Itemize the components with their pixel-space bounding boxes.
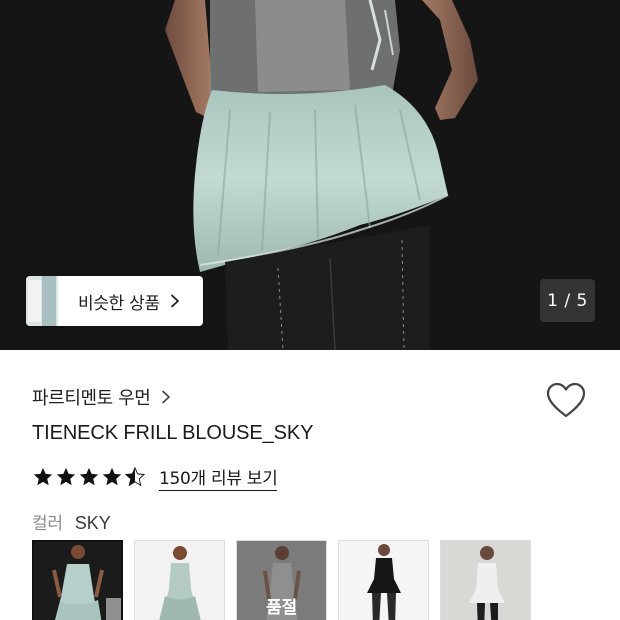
sold-out-label: 품절 xyxy=(266,598,297,618)
rating-row: 150개 리뷰 보기 xyxy=(32,464,278,491)
similar-products-label: 비슷한 상품 xyxy=(78,293,160,314)
color-value: SKY xyxy=(74,513,111,533)
color-swatch[interactable] xyxy=(32,540,123,620)
color-swatch-list: 품절 xyxy=(32,540,531,620)
product-title: TIENECK FRILL BLOUSE_SKY xyxy=(32,422,314,444)
similar-products-thumbnail xyxy=(26,276,58,326)
similar-products-button[interactable]: 비슷한 상품 xyxy=(26,276,203,326)
color-swatch[interactable] xyxy=(338,540,429,620)
brand-name: 파르티멘토 우먼 xyxy=(32,388,151,409)
color-label: 컬러 xyxy=(32,514,63,534)
chevron-right-icon xyxy=(170,294,179,308)
color-option-row: 컬러 SKY xyxy=(32,509,111,534)
product-image-gallery[interactable]: 비슷한 상품 1 / 5 xyxy=(0,0,620,350)
heart-icon[interactable] xyxy=(546,382,586,420)
star-icon xyxy=(56,467,76,486)
star-half-icon xyxy=(124,466,146,487)
color-swatch[interactable] xyxy=(440,540,531,620)
star-icon xyxy=(33,467,53,486)
chevron-right-icon xyxy=(162,390,171,404)
review-link[interactable]: 150개 리뷰 보기 xyxy=(159,464,278,491)
color-swatch[interactable]: 품절 xyxy=(236,540,327,620)
image-counter: 1 / 5 xyxy=(540,279,595,322)
star-icon xyxy=(79,467,99,486)
star-icon xyxy=(102,467,122,486)
rating-stars xyxy=(32,466,146,488)
color-swatch[interactable] xyxy=(134,540,225,620)
brand-link[interactable]: 파르티멘토 우먼 xyxy=(32,384,171,410)
